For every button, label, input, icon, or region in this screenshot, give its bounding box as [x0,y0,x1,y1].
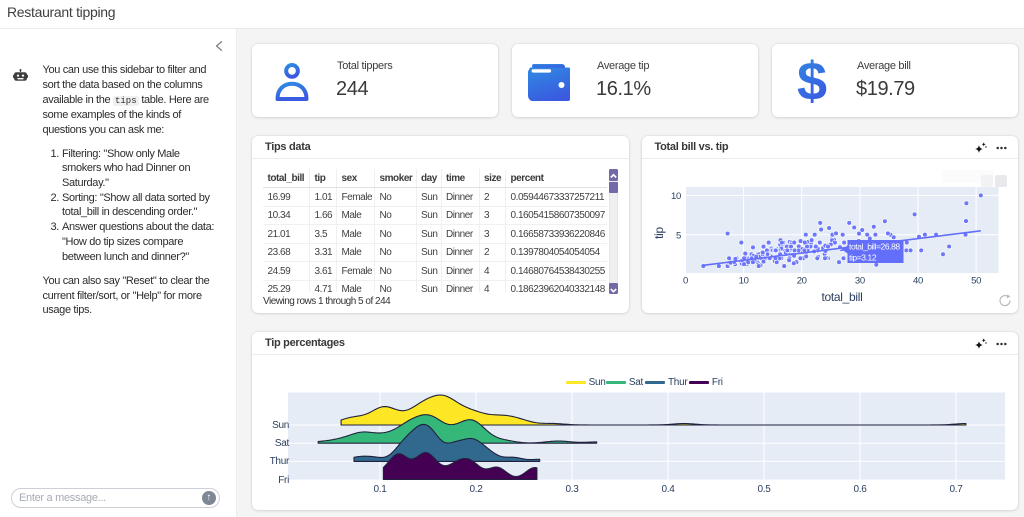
svg-text:10: 10 [671,191,681,202]
svg-text:10: 10 [738,276,748,287]
svg-text:5: 5 [676,231,681,242]
svg-text:0: 0 [683,276,688,287]
svg-text:20: 20 [796,276,806,287]
svg-text:$: $ [797,58,827,103]
svg-text:tip=3.12: tip=3.12 [849,253,877,263]
svg-text:tip: tip [652,226,666,238]
svg-text:50: 50 [971,276,981,287]
svg-text:30: 30 [854,276,864,287]
svg-text:total_bill: total_bill [821,290,862,304]
svg-text:total_bill=26.88: total_bill=26.88 [849,242,900,252]
svg-text:40: 40 [913,276,923,287]
